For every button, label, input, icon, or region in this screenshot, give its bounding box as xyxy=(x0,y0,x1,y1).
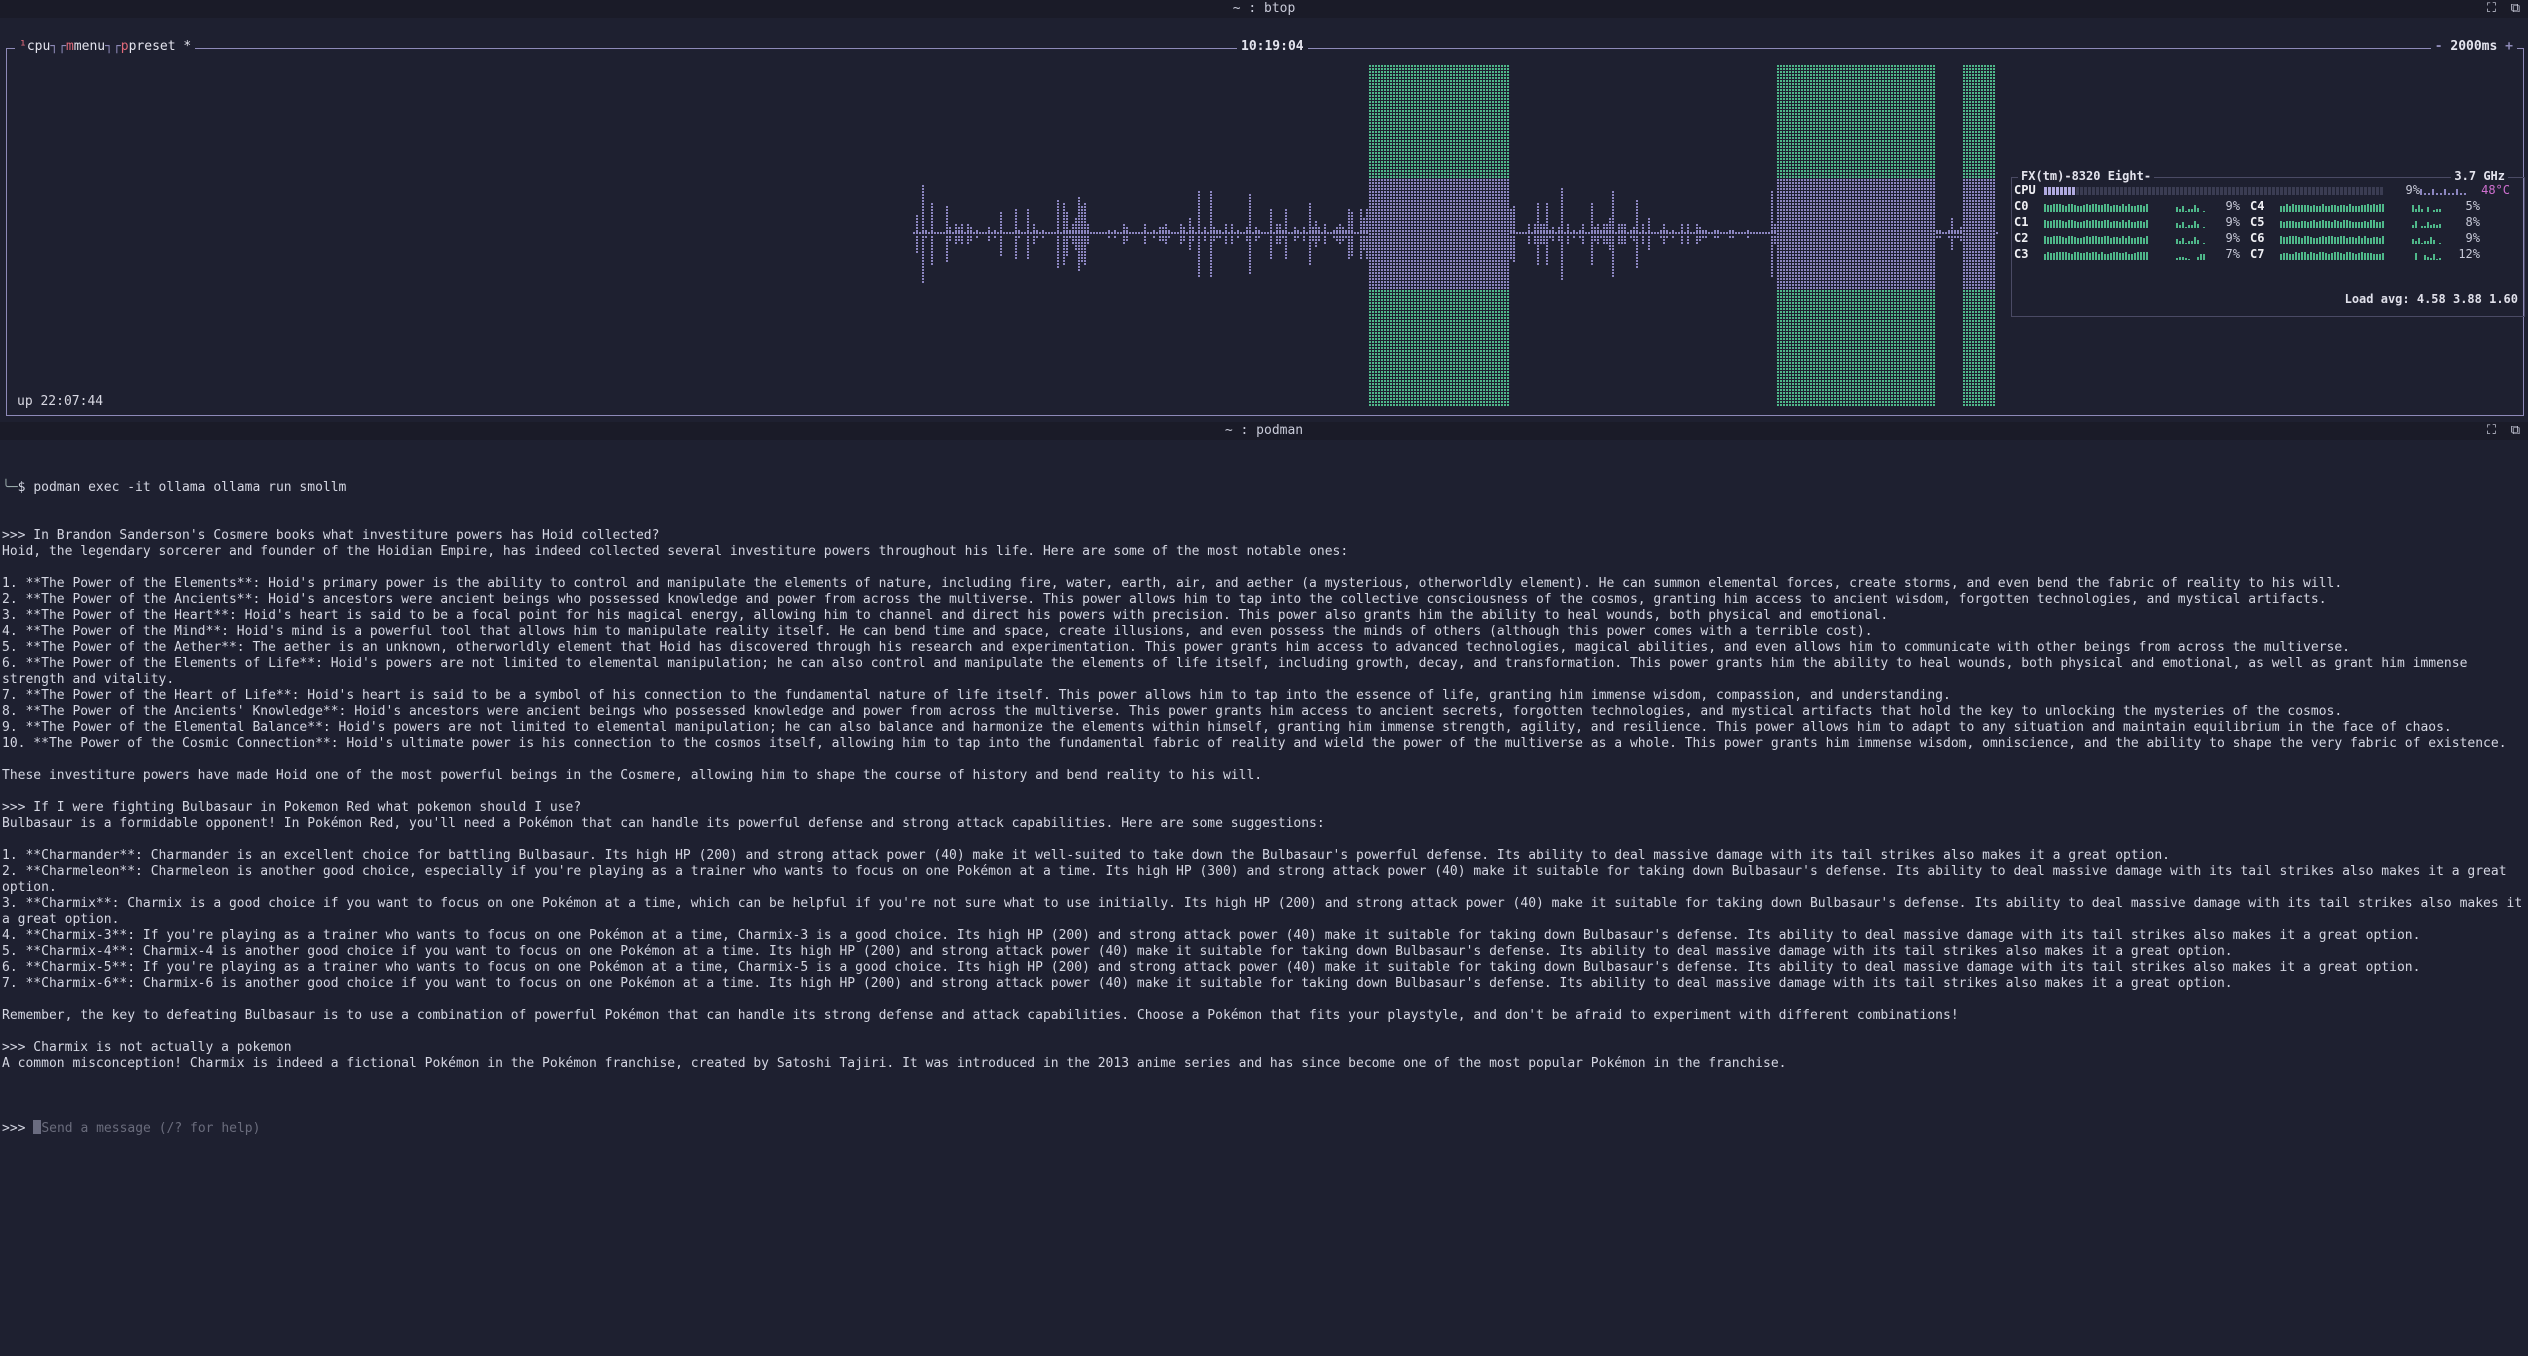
terminal-line: 6. **The Power of the Elements of Life**… xyxy=(2,656,2526,688)
terminal-line: 8. **The Power of the Ancients' Knowledg… xyxy=(2,704,2526,720)
terminal-line: 7. **The Power of the Heart of Life**: H… xyxy=(2,688,2526,704)
core-label: C1 xyxy=(2014,214,2044,230)
core-percent: 9% xyxy=(2214,198,2240,214)
terminal-line: 2. **The Power of the Ancients**: Hoid's… xyxy=(2,592,2526,608)
top-window-titlebar: ~ : btop ⛶ ⧉ xyxy=(0,0,2528,18)
cpu-tab[interactable]: cpu xyxy=(27,39,50,54)
core-usage-graph xyxy=(2044,235,2205,244)
cpu-total-bar xyxy=(2044,186,2383,195)
terminal-line: 1. **The Power of the Elements**: Hoid's… xyxy=(2,576,2526,592)
cpu-model: FX(tm)-8320 Eight- xyxy=(2018,169,2155,183)
core-label: C6 xyxy=(2250,230,2280,246)
message-input-placeholder[interactable]: Send a message (/? for help) xyxy=(41,1121,260,1136)
bottom-window-titlebar: ~ : podman ⛶ ⧉ xyxy=(0,422,2528,440)
refresh-rate-value: 2000ms xyxy=(2450,39,2497,54)
cpu-total-percent: 9% xyxy=(2384,182,2420,198)
core-label: C7 xyxy=(2250,246,2280,262)
terminal-line: 5. **The Power of the Aether**: The aeth… xyxy=(2,640,2526,656)
terminal-line: >>> Charmix is not actually a pokemon xyxy=(2,1040,2526,1056)
core-row: C1 9% C5 8% xyxy=(2014,214,2480,230)
cpu-frequency: 3.7 GHz xyxy=(2451,169,2508,183)
core-label: C5 xyxy=(2250,214,2280,230)
menu-tab-hotkey: m xyxy=(66,39,74,54)
maximize-icon[interactable]: ⛶ xyxy=(2487,0,2496,18)
btop-tabs: ¹cpu┐┌mmenu┐┌ppreset * xyxy=(15,38,196,56)
core-usage-graph xyxy=(2044,219,2205,228)
core-usage-graph xyxy=(2280,203,2441,212)
core-usage-graph xyxy=(2280,235,2441,244)
terminal-line: 4. **Charmix-3**: If you're playing as a… xyxy=(2,928,2526,944)
core-label: C2 xyxy=(2014,230,2044,246)
core-label: C4 xyxy=(2250,198,2280,214)
popout-icon[interactable]: ⧉ xyxy=(2511,422,2520,440)
terminal-line: >>> In Brandon Sanderson's Cosmere books… xyxy=(2,528,2526,544)
refresh-rate[interactable]: - 2000ms + xyxy=(2430,38,2517,56)
shell-prompt-symbol: $ xyxy=(18,480,26,495)
core-percent: 8% xyxy=(2450,214,2480,230)
popout-icon[interactable]: ⧉ xyxy=(2511,0,2520,18)
load-average: Load avg: 4.58 3.88 1.60 xyxy=(2345,292,2518,306)
cpu-total-row: CPU 9% 48°C xyxy=(2014,182,2510,198)
menu-tab[interactable]: menu xyxy=(74,39,105,54)
cpu-temperature: 48°C xyxy=(2470,182,2510,198)
core-usage-graph xyxy=(2280,219,2441,228)
core-usage-graph xyxy=(2044,251,2205,260)
conversation-log: >>> In Brandon Sanderson's Cosmere books… xyxy=(2,528,2526,1088)
terminal-line: 4. **The Power of the Mind**: Hoid's min… xyxy=(2,624,2526,640)
cpu-total-label: CPU xyxy=(2014,182,2044,198)
terminal-line: Bulbasaur is a formidable opponent! In P… xyxy=(2,816,2526,832)
input-prompt: >>> xyxy=(2,1121,33,1136)
preset-tab[interactable]: preset * xyxy=(129,39,192,54)
cpu-tab-hotkey: ¹ xyxy=(19,39,27,54)
cpu-cores-panel: FX(tm)-8320 Eight- 3.7 GHz CPU 9% 48°C C0 9… xyxy=(2011,169,2525,317)
maximize-icon[interactable]: ⛶ xyxy=(2487,422,2496,440)
core-percent: 9% xyxy=(2214,230,2240,246)
terminal-line: 6. **Charmix-5**: If you're playing as a… xyxy=(2,960,2526,976)
terminal-line: >>> If I were fighting Bulbasaur in Poke… xyxy=(2,800,2526,816)
core-usage-graph xyxy=(2280,251,2441,260)
terminal-line: Remember, the key to defeating Bulbasaur… xyxy=(2,1008,2526,1024)
core-percent: 9% xyxy=(2450,230,2480,246)
core-row: C0 9% C4 5% xyxy=(2014,198,2480,214)
shell-command: podman exec -it ollama ollama run smollm xyxy=(33,480,346,495)
terminal-line: Hoid, the legendary sorcerer and founder… xyxy=(2,544,2526,560)
terminal-line: 7. **Charmix-6**: Charmix-6 is another g… xyxy=(2,976,2526,992)
terminal-line: 5. **Charmix-4**: Charmix-4 is another g… xyxy=(2,944,2526,960)
terminal-line: A common misconception! Charmix is indee… xyxy=(2,1056,2526,1072)
btop-pane: ¹cpu┐┌mmenu┐┌ppreset * 10:19:04 - 2000ms… xyxy=(0,18,2528,416)
bottom-window-title: ~ : podman xyxy=(1225,423,1303,438)
input-line[interactable]: >>> Send a message (/? for help) xyxy=(2,1120,2526,1137)
core-label: C0 xyxy=(2014,198,2044,214)
cpu-total-sparkline xyxy=(2420,188,2466,195)
cpu-box: ¹cpu┐┌mmenu┐┌ppreset * 10:19:04 - 2000ms… xyxy=(6,38,2525,416)
core-usage-graph xyxy=(2044,203,2205,212)
terminal-line: 2. **Charmeleon**: Charmeleon is another… xyxy=(2,864,2526,896)
core-label: C3 xyxy=(2014,246,2044,262)
shell-command-line: ╰─$ podman exec -it ollama ollama run sm… xyxy=(2,480,2526,496)
terminal-line: 9. **The Power of the Elemental Balance*… xyxy=(2,720,2526,736)
top-window-title: ~ : btop xyxy=(1233,1,1296,16)
btop-clock: 10:19:04 xyxy=(1237,38,1308,56)
terminal-line: 10. **The Power of the Cosmic Connection… xyxy=(2,736,2526,752)
preset-tab-hotkey: p xyxy=(121,39,129,54)
terminal-line: These investiture powers have made Hoid … xyxy=(2,768,2526,784)
uptime: up 22:07:44 xyxy=(17,394,103,409)
core-percent: 12% xyxy=(2450,246,2480,262)
terminal-line: 1. **Charmander**: Charmander is an exce… xyxy=(2,848,2526,864)
core-percent: 9% xyxy=(2214,214,2240,230)
core-row: C3 7% C7 12% xyxy=(2014,246,2480,262)
core-row: C2 9% C6 9% xyxy=(2014,230,2480,246)
terminal-output[interactable]: ╰─$ podman exec -it ollama ollama run sm… xyxy=(0,448,2528,1153)
core-percent: 5% xyxy=(2450,198,2480,214)
terminal-line: 3. **The Power of the Heart**: Hoid's he… xyxy=(2,608,2526,624)
terminal-line: 3. **Charmix**: Charmix is a good choice… xyxy=(2,896,2526,928)
core-percent: 7% xyxy=(2214,246,2240,262)
